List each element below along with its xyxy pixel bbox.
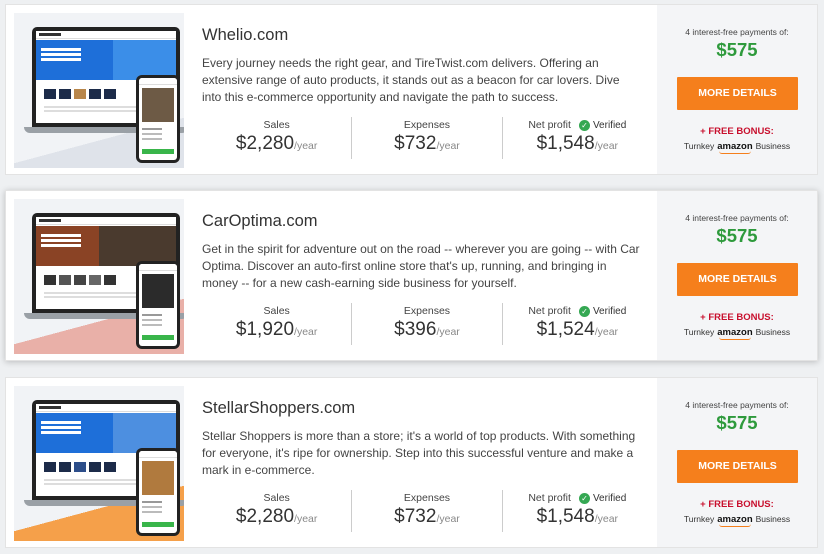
listing-title[interactable]: StellarShoppers.com [202, 399, 355, 418]
expenses-label: Expenses [403, 305, 451, 317]
listing-title[interactable]: CarOptima.com [202, 212, 318, 231]
check-circle-icon: ✓ [578, 119, 590, 131]
payments-label: 4 interest-free payments of: [685, 213, 789, 223]
listing-stats: Sales $1,920/year Expenses $396/year Net… [202, 303, 652, 345]
listing-title[interactable]: Whelio.com [202, 26, 288, 45]
sales-label: Sales [263, 492, 290, 504]
net-profit-stat: Net profit ✓ Verified $1,548/year [501, 490, 652, 532]
net-profit-label: Net profit [528, 305, 571, 317]
expenses-stat: Expenses $396/year [351, 303, 501, 345]
verified-badge: ✓ Verified [578, 492, 627, 504]
net-profit-value: $1,548 [536, 133, 595, 154]
free-bonus-label: + FREE BONUS: [700, 312, 774, 323]
sales-stat: Sales $2,280/year [202, 490, 351, 532]
amazon-logo: amazon [717, 514, 753, 527]
listing-card[interactable]: StellarShoppers.com Stellar Shoppers is … [5, 377, 818, 548]
expenses-stat: Expenses $732/year [351, 117, 501, 159]
net-profit-label: Net profit [528, 492, 571, 504]
listing-card[interactable]: Whelio.com Every journey needs the right… [5, 4, 818, 175]
sales-stat: Sales $1,920/year [202, 303, 351, 345]
listing-description: Stellar Shoppers is more than a store; i… [202, 429, 636, 477]
free-bonus-label: + FREE BONUS: [700, 126, 774, 137]
verified-badge: ✓ Verified [578, 119, 627, 131]
unit-label: /year [436, 326, 460, 338]
turnkey-label: Turnkey [683, 141, 715, 151]
more-details-button[interactable]: MORE DETAILS [677, 450, 798, 483]
payments-label: 4 interest-free payments of: [685, 400, 789, 410]
check-circle-icon: ✓ [578, 305, 590, 317]
turnkey-amazon-business: Turnkey amazon Business [657, 514, 817, 527]
net-profit-label: Net profit [528, 119, 571, 131]
expenses-value: $732 [394, 133, 437, 154]
listing-description: Every journey needs the right gear, and … [202, 56, 620, 104]
unit-label: /year [294, 513, 318, 525]
expenses-stat: Expenses $732/year [351, 490, 501, 532]
sales-label: Sales [263, 119, 290, 131]
sales-value: $2,280 [235, 506, 295, 527]
turnkey-label: Turnkey [683, 514, 715, 524]
verified-label: Verified [592, 492, 627, 504]
listing-stats: Sales $2,280/year Expenses $732/year Net… [202, 117, 652, 159]
turnkey-amazon-business: Turnkey amazon Business [657, 141, 817, 154]
amazon-logo: amazon [717, 327, 753, 340]
expenses-value: $732 [394, 506, 437, 527]
verified-label: Verified [592, 305, 627, 317]
unit-label: /year [294, 140, 318, 152]
listing-stats: Sales $2,280/year Expenses $732/year Net… [202, 490, 652, 532]
unit-label: /year [594, 140, 619, 152]
unit-label: /year [594, 326, 619, 338]
price-value: $575 [716, 39, 758, 60]
net-profit-stat: Net profit ✓ Verified $1,548/year [501, 117, 652, 159]
listing-card[interactable]: CarOptima.com Get in the spirit for adve… [5, 190, 818, 361]
pricing-panel: 4 interest-free payments of: $575 MORE D… [657, 5, 817, 174]
pricing-panel: 4 interest-free payments of: $575 MORE D… [657, 378, 817, 547]
unit-label: /year [436, 140, 460, 152]
free-bonus-label: + FREE BONUS: [700, 499, 774, 510]
unit-label: /year [594, 513, 619, 525]
payments-label: 4 interest-free payments of: [685, 27, 789, 37]
verified-badge: ✓ Verified [578, 305, 627, 317]
sales-label: Sales [263, 305, 290, 317]
more-details-button[interactable]: MORE DETAILS [677, 77, 798, 110]
price-value: $575 [716, 412, 758, 433]
sales-stat: Sales $2,280/year [202, 117, 351, 159]
net-profit-value: $1,524 [536, 319, 595, 340]
expenses-label: Expenses [403, 492, 451, 504]
turnkey-amazon-business: Turnkey amazon Business [657, 327, 817, 340]
store-preview-image[interactable] [14, 13, 184, 168]
amazon-logo: amazon [717, 141, 753, 154]
business-label: Business [755, 514, 791, 524]
expenses-value: $396 [394, 319, 437, 340]
business-label: Business [755, 141, 791, 151]
unit-label: /year [294, 326, 318, 338]
more-details-button[interactable]: MORE DETAILS [677, 263, 798, 296]
net-profit-value: $1,548 [536, 506, 595, 527]
verified-label: Verified [592, 119, 627, 131]
sales-value: $2,280 [235, 133, 295, 154]
business-label: Business [755, 327, 791, 337]
sales-value: $1,920 [235, 319, 295, 340]
unit-label: /year [436, 513, 460, 525]
net-profit-stat: Net profit ✓ Verified $1,524/year [501, 303, 652, 345]
pricing-panel: 4 interest-free payments of: $575 MORE D… [657, 191, 817, 360]
turnkey-label: Turnkey [683, 327, 715, 337]
expenses-label: Expenses [403, 119, 451, 131]
store-preview-image[interactable] [14, 386, 184, 541]
check-circle-icon: ✓ [578, 492, 590, 504]
price-value: $575 [716, 225, 758, 246]
store-preview-image[interactable] [14, 199, 184, 354]
listing-description: Get in the spirit for adventure out on t… [202, 242, 640, 290]
